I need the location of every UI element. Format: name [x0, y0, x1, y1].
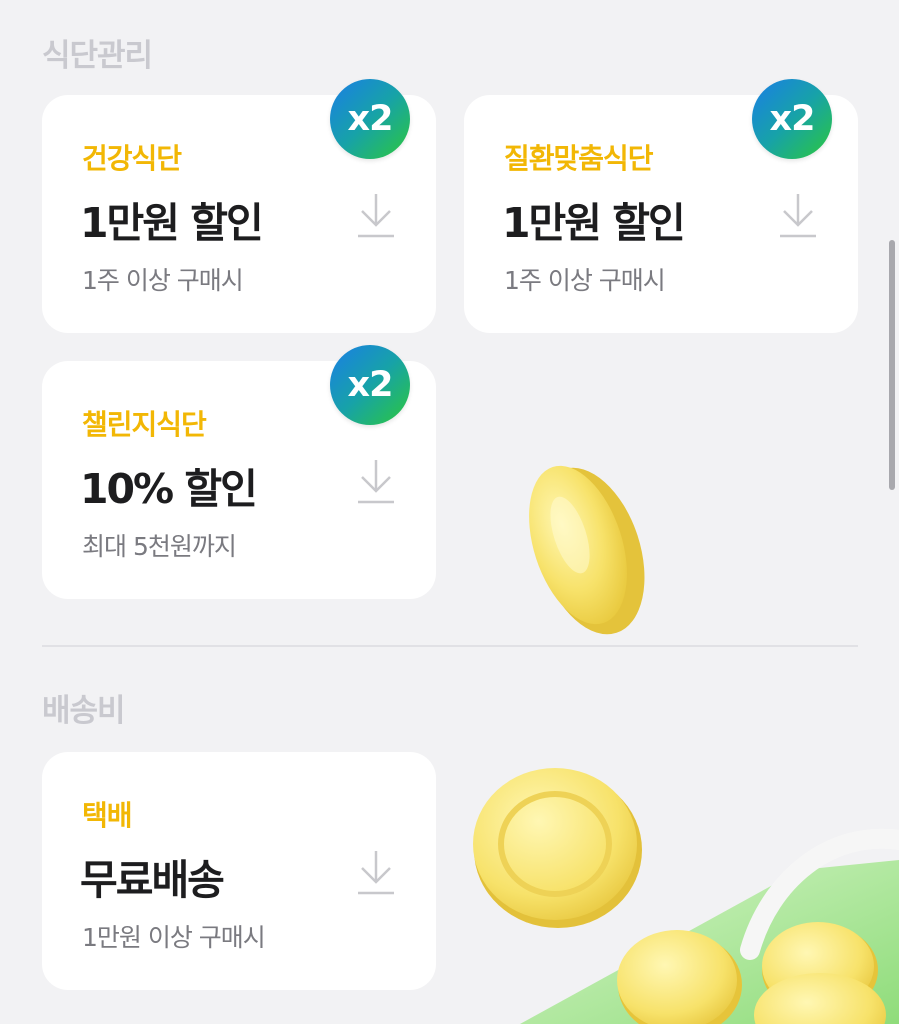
- download-icon[interactable]: [354, 456, 398, 508]
- coupon-benefit: 10% 할인: [80, 465, 258, 513]
- coupon-condition: 1주 이상 구매시: [82, 266, 244, 295]
- coupon-category: 질환맞춤식단: [504, 142, 654, 175]
- x2-badge-icon: x2: [330, 345, 410, 425]
- coupon-card-disease-meal[interactable]: 질환맞춤식단 1만원 할인 1주 이상 구매시 x2: [464, 79, 858, 333]
- section-title-meal: 식단관리: [42, 38, 153, 74]
- coin-illustration: [529, 465, 645, 635]
- coupon-category: 챌린지식단: [82, 408, 207, 441]
- section-title-shipping: 배송비: [42, 693, 126, 729]
- coupon-benefit: 1만원 할인: [80, 199, 264, 247]
- coupon-category: 건강식단: [82, 142, 182, 175]
- download-icon[interactable]: [354, 190, 398, 242]
- coupon-condition: 최대 5천원까지: [82, 532, 237, 561]
- coupon-card-free-shipping[interactable]: 택배 무료배송 1만원 이상 구매시: [42, 752, 436, 990]
- section-divider: [42, 645, 858, 647]
- x2-badge-icon: x2: [752, 79, 832, 159]
- coin-basket-illustration: [520, 828, 899, 1024]
- coupon-card-healthy-meal[interactable]: 건강식단 1만원 할인 1주 이상 구매시 x2: [42, 79, 436, 333]
- scrollbar[interactable]: [889, 240, 895, 490]
- coupon-condition: 1주 이상 구매시: [504, 266, 666, 295]
- x2-badge-icon: x2: [330, 79, 410, 159]
- coupon-page: 식단관리 건강식단 1만원 할인 1주 이상 구매시 x2 질환맞춤식단 1만원…: [0, 0, 899, 1024]
- coupon-card-challenge-meal[interactable]: 챌린지식단 10% 할인 최대 5천원까지 x2: [42, 345, 436, 599]
- coupon-category: 택배: [82, 799, 133, 832]
- coupon-benefit: 무료배송: [80, 856, 225, 904]
- coupon-condition: 1만원 이상 구매시: [82, 923, 266, 952]
- coupon-benefit: 1만원 할인: [502, 199, 686, 247]
- download-icon[interactable]: [776, 190, 820, 242]
- download-icon[interactable]: [354, 847, 398, 899]
